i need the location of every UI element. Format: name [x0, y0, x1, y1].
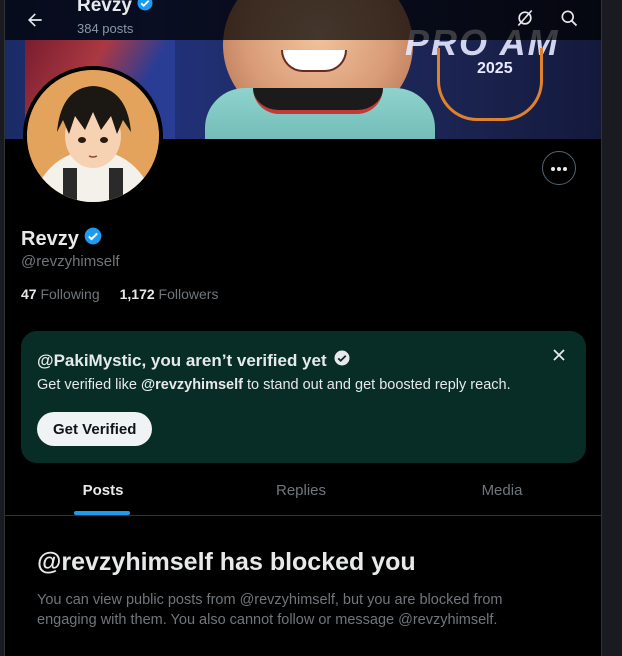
verified-badge-icon — [333, 349, 351, 372]
followers-link[interactable]: 1,172 Followers — [120, 286, 219, 302]
profile-column: PRO AM 2025 Revzy 384 posts Revzy @revzy… — [4, 0, 602, 656]
more-options-button[interactable] — [542, 151, 576, 185]
close-icon[interactable] — [549, 345, 569, 365]
banner-person-collar — [253, 88, 383, 114]
profile-display-name: Revzy — [21, 227, 79, 250]
following-label: Following — [40, 286, 100, 302]
grok-icon[interactable] — [509, 2, 541, 34]
profile-handle: @revzyhimself — [21, 253, 120, 270]
tab-replies[interactable]: Replies — [201, 466, 401, 515]
promo-body: Get verified like @revzyhimself to stand… — [37, 377, 511, 393]
verified-badge-icon[interactable] — [83, 226, 103, 252]
header-title: Revzy — [77, 0, 154, 18]
header-post-count: 384 posts — [77, 21, 134, 36]
follow-stats: 47 Following 1,172 Followers — [21, 286, 218, 302]
header-name: Revzy — [77, 0, 132, 16]
avatar[interactable] — [23, 66, 163, 206]
tab-media[interactable]: Media — [401, 466, 601, 515]
followers-count: 1,172 — [119, 286, 155, 302]
blocked-description: You can view public posts from @revzyhim… — [37, 592, 503, 628]
promo-body-handle[interactable]: @revzyhimself — [141, 377, 243, 393]
banner-badge-shield — [437, 48, 543, 121]
banner-badge-text: 2025 — [477, 60, 513, 77]
get-verified-button[interactable]: Get Verified — [37, 412, 153, 446]
blocked-title: @revzyhimself has blocked you — [37, 548, 416, 576]
ellipsis-icon — [550, 159, 568, 177]
profile-tabs: Posts Replies Media — [5, 466, 601, 516]
followers-label: Followers — [158, 286, 219, 302]
following-count: 47 — [21, 286, 37, 302]
verified-badge-icon — [136, 0, 154, 18]
promo-body-prefix: Get verified like — [37, 377, 141, 393]
tab-posts[interactable]: Posts — [5, 466, 201, 515]
verification-promo-card: @PakiMystic, you aren’t verified yet Get… — [21, 331, 586, 463]
promo-title-text: @PakiMystic, you aren’t verified yet — [37, 350, 327, 370]
profile-name: Revzy — [21, 226, 103, 252]
top-bar: Revzy 384 posts — [5, 0, 601, 40]
arrow-left-icon[interactable] — [19, 4, 51, 36]
promo-body-suffix: to stand out and get boosted reply reach… — [242, 377, 511, 393]
active-tab-indicator — [74, 511, 130, 515]
search-icon[interactable] — [553, 2, 585, 34]
promo-title: @PakiMystic, you aren’t verified yet — [37, 349, 351, 372]
following-link[interactable]: 47 Following — [21, 286, 100, 302]
